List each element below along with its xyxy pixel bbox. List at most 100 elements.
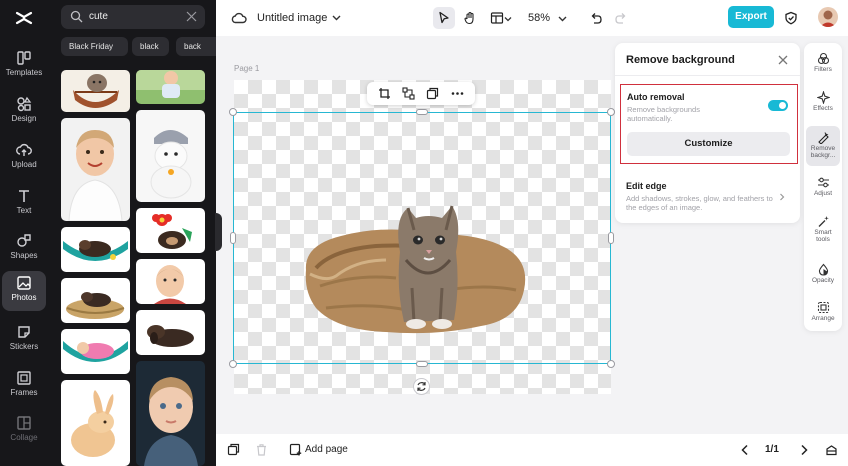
layout-icon xyxy=(490,12,504,24)
panel-collapse-handle[interactable] xyxy=(215,213,222,251)
photo-thumbnail[interactable] xyxy=(136,70,205,104)
capcut-logo-icon[interactable] xyxy=(14,8,34,28)
photo-thumbnail[interactable] xyxy=(61,380,130,466)
photo-thumbnail[interactable] xyxy=(136,361,205,466)
auto-removal-description: Remove backgrounds automatically. xyxy=(627,105,700,123)
rail-item-remove-background[interactable]: Remove backgr... xyxy=(806,126,840,166)
photo-thumbnail[interactable] xyxy=(61,329,130,374)
baby-hammock-photo xyxy=(63,341,128,362)
auto-removal-toggle[interactable] xyxy=(768,100,788,111)
rail-item-collage[interactable]: Collage xyxy=(2,411,46,451)
photo-thumbnail[interactable] xyxy=(61,278,130,323)
photo-thumbnail[interactable] xyxy=(136,259,205,304)
photos-icon xyxy=(17,276,31,290)
rail-item-smart-tools[interactable]: Smart tools xyxy=(806,210,840,252)
rail-item-upload[interactable]: Upload xyxy=(2,138,46,178)
redo-button[interactable] xyxy=(610,7,632,29)
resize-handle-right[interactable] xyxy=(608,232,614,244)
undo-button[interactable] xyxy=(585,7,607,29)
rail-item-label: Effects xyxy=(813,105,833,112)
rail-item-label: Remove backgr... xyxy=(810,145,836,159)
puppy-nest-photo xyxy=(66,292,125,319)
chevron-down-icon xyxy=(558,16,567,22)
layout-tool-button[interactable] xyxy=(486,7,516,29)
search-input[interactable]: cute xyxy=(61,5,205,29)
chevron-down-icon xyxy=(504,17,512,22)
resize-handle-top-left[interactable] xyxy=(229,108,237,116)
smart-tools-icon xyxy=(818,216,829,227)
filters-icon xyxy=(817,52,829,65)
rail-item-shapes[interactable]: Shapes xyxy=(2,229,46,269)
chip-black[interactable]: black xyxy=(132,37,169,56)
chip-back[interactable]: back xyxy=(176,37,216,56)
design-icon xyxy=(17,96,32,112)
select-tool-button[interactable] xyxy=(433,7,455,29)
resize-icon[interactable] xyxy=(402,87,415,100)
rail-item-stickers[interactable]: Stickers xyxy=(2,320,46,360)
layers-icon[interactable] xyxy=(825,443,838,456)
photo-thumbnail[interactable] xyxy=(61,227,130,272)
rail-item-label: Smart tools xyxy=(814,229,832,243)
chevron-down-icon[interactable] xyxy=(332,13,341,22)
prev-page-icon[interactable] xyxy=(740,444,750,456)
resize-handle-top-right[interactable] xyxy=(607,108,615,116)
sleeping-puppy-photo xyxy=(147,325,194,347)
clear-search-icon[interactable] xyxy=(186,11,197,22)
rail-item-opacity[interactable]: Opacity xyxy=(806,258,840,298)
rail-item-label: Filters xyxy=(814,66,832,73)
customize-button[interactable]: Customize xyxy=(627,132,790,156)
chip-black-friday[interactable]: Black Friday xyxy=(61,37,128,56)
close-icon[interactable] xyxy=(778,55,788,65)
zoom-level[interactable]: 58% xyxy=(528,12,550,24)
avatar[interactable] xyxy=(818,7,838,27)
white-puppy-hat-photo xyxy=(150,130,192,199)
photo-thumbnail[interactable] xyxy=(61,70,130,112)
opacity-icon xyxy=(818,263,828,276)
rail-item-label: Photos xyxy=(11,293,37,302)
photo-thumbnail[interactable] xyxy=(136,208,205,253)
selection-box[interactable] xyxy=(233,112,611,364)
zoom-dropdown[interactable] xyxy=(556,7,570,29)
rotate-handle[interactable] xyxy=(413,378,430,395)
cloud-save-icon[interactable] xyxy=(231,10,247,26)
rail-item-design[interactable]: Design xyxy=(2,92,46,132)
search-value: cute xyxy=(89,11,108,22)
rail-item-arrange[interactable]: Arrange xyxy=(806,296,840,336)
document-title[interactable]: Untitled image xyxy=(257,12,327,24)
rail-item-filters[interactable]: Filters xyxy=(806,47,840,87)
rail-item-text[interactable]: Text xyxy=(2,184,46,224)
duplicate-icon[interactable] xyxy=(426,87,439,100)
add-page-button[interactable]: Add page xyxy=(305,444,348,455)
arrange-icon xyxy=(817,301,829,314)
next-page-icon[interactable] xyxy=(799,444,809,456)
photo-thumbnail[interactable] xyxy=(61,118,130,221)
more-options-icon[interactable] xyxy=(451,87,464,100)
pages-icon[interactable] xyxy=(227,443,240,456)
shapes-icon xyxy=(17,234,31,247)
photo-thumbnail[interactable] xyxy=(136,110,205,202)
resize-handle-top[interactable] xyxy=(416,109,428,115)
rail-item-photos[interactable]: Photos xyxy=(2,271,46,311)
chevron-right-icon[interactable] xyxy=(778,193,786,201)
resize-handle-bottom-right[interactable] xyxy=(607,360,615,368)
left-rail: Templates Design Upload Text Shapes Phot… xyxy=(0,0,48,466)
edit-edge-title[interactable]: Edit edge xyxy=(626,181,667,191)
hand-tool-button[interactable] xyxy=(459,7,481,29)
resize-handle-left[interactable] xyxy=(230,232,236,244)
resize-handle-bottom[interactable] xyxy=(416,361,428,367)
export-button[interactable]: Export xyxy=(728,6,774,28)
auto-removal-section: Auto removal Remove backgrounds automati… xyxy=(620,84,798,164)
rail-item-label: Arrange xyxy=(811,315,835,322)
rail-item-effects[interactable]: Effects xyxy=(806,86,840,126)
rail-item-label: Upload xyxy=(11,160,37,169)
photo-thumbnail[interactable] xyxy=(136,310,205,355)
add-page-icon[interactable] xyxy=(289,443,302,456)
rail-item-adjust[interactable]: Adjust xyxy=(806,171,840,211)
shield-button[interactable] xyxy=(780,7,802,29)
rail-item-templates[interactable]: Templates xyxy=(2,46,46,86)
delete-icon[interactable] xyxy=(255,443,268,456)
rail-item-frames[interactable]: Frames xyxy=(2,366,46,406)
crop-icon[interactable] xyxy=(378,87,391,100)
resize-handle-bottom-left[interactable] xyxy=(229,360,237,368)
text-icon xyxy=(19,190,29,202)
